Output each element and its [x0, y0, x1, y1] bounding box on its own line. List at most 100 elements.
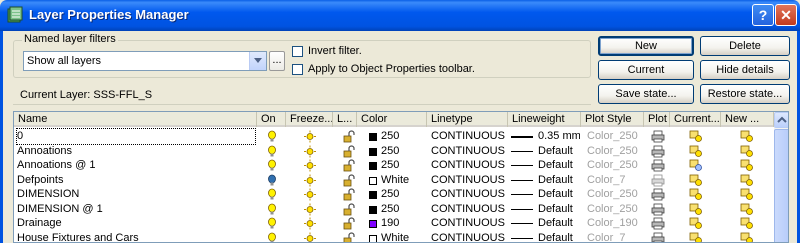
- viewport-thawed-icon[interactable]: [740, 174, 754, 187]
- layer-list[interactable]: Name On Freeze... L... Color Linetype Li…: [13, 111, 789, 243]
- layer-lineweight[interactable]: Default: [538, 202, 580, 217]
- column-header-name[interactable]: Name: [14, 112, 257, 127]
- apply-toolbar-checkbox[interactable]: [292, 64, 303, 75]
- title-bar[interactable]: Layer Properties Manager ? ✕: [0, 0, 800, 31]
- sun-thaw-icon[interactable]: [303, 130, 317, 143]
- layer-color[interactable]: 250: [381, 158, 426, 173]
- sun-thaw-icon[interactable]: [303, 145, 317, 158]
- column-header-color[interactable]: Color: [357, 112, 427, 127]
- sun-thaw-icon[interactable]: [303, 159, 317, 172]
- layer-lineweight[interactable]: 0.35 mm: [538, 129, 580, 144]
- column-header-on[interactable]: On: [257, 112, 286, 127]
- printer-icon[interactable]: [651, 159, 665, 172]
- printer-disabled-icon[interactable]: [651, 174, 665, 187]
- layer-name[interactable]: Annoations @ 1: [17, 158, 255, 173]
- lightbulb-on-icon[interactable]: [265, 203, 279, 216]
- viewport-thawed-icon[interactable]: [740, 130, 754, 143]
- viewport-thawed-icon[interactable]: [689, 203, 703, 216]
- viewport-thawed-icon[interactable]: [689, 174, 703, 187]
- table-row[interactable]: DIMENSION @ 1 250 CONTINUOUS Default Color_2…: [14, 202, 774, 217]
- chevron-down-icon[interactable]: [249, 52, 266, 70]
- viewport-thawed-icon[interactable]: [689, 188, 703, 201]
- layer-color[interactable]: White: [381, 231, 426, 243]
- sun-thaw-icon[interactable]: [303, 232, 317, 243]
- layer-name[interactable]: DIMENSION: [17, 187, 255, 202]
- lightbulb-off-icon[interactable]: [265, 174, 279, 187]
- unlock-icon[interactable]: [342, 217, 356, 230]
- color-swatch[interactable]: [369, 133, 377, 141]
- lightbulb-on-icon[interactable]: [265, 130, 279, 143]
- table-row[interactable]: Annoations 250 CONTINUOUS Default Color_250: [14, 144, 774, 159]
- viewport-thawed-icon[interactable]: [740, 159, 754, 172]
- layer-color[interactable]: 250: [381, 187, 426, 202]
- printer-icon[interactable]: [651, 217, 665, 230]
- color-swatch[interactable]: [369, 220, 377, 228]
- viewport-thawed-icon[interactable]: [689, 232, 703, 242]
- column-header-linetype[interactable]: Linetype: [427, 112, 508, 127]
- column-header-plot[interactable]: Plot: [644, 112, 670, 127]
- table-row[interactable]: 0 250 CONTINUOUS 0.35 mm Color_250: [14, 128, 774, 145]
- scroll-thumb[interactable]: [774, 129, 788, 242]
- layer-lineweight[interactable]: Default: [538, 231, 580, 243]
- unlock-icon[interactable]: [342, 159, 356, 172]
- restore-state-button[interactable]: Restore state...: [700, 84, 790, 104]
- layer-lineweight[interactable]: Default: [538, 187, 580, 202]
- help-button[interactable]: ?: [752, 4, 774, 26]
- layer-color[interactable]: White: [381, 173, 426, 188]
- layer-name[interactable]: Drainage: [17, 216, 255, 231]
- viewport-thawed-icon[interactable]: [740, 188, 754, 201]
- table-row[interactable]: House Fixtures and Cars White CONTINUOUS De…: [14, 231, 774, 243]
- layer-linetype[interactable]: CONTINUOUS: [431, 173, 507, 188]
- column-header-current-vp-freeze[interactable]: Current...: [670, 112, 721, 127]
- viewport-thawed-icon[interactable]: [740, 203, 754, 216]
- close-button[interactable]: ✕: [775, 4, 797, 26]
- color-swatch[interactable]: [369, 234, 377, 242]
- viewport-thawed-icon[interactable]: [740, 145, 754, 158]
- printer-icon[interactable]: [651, 232, 665, 242]
- column-header-new-vp-freeze[interactable]: New ...: [721, 112, 774, 127]
- new-layer-button[interactable]: New: [598, 36, 694, 56]
- printer-icon[interactable]: [651, 145, 665, 158]
- lightbulb-on-icon[interactable]: [265, 217, 279, 230]
- table-row[interactable]: Drainage 190 CONTINUOUS Default Color_190: [14, 216, 774, 231]
- printer-icon[interactable]: [651, 203, 665, 216]
- lightbulb-on-icon[interactable]: [265, 159, 279, 172]
- layer-filter-dropdown[interactable]: Show all layers: [23, 51, 267, 71]
- viewport-frozen-icon[interactable]: [689, 159, 703, 172]
- color-swatch[interactable]: [369, 147, 377, 156]
- table-row[interactable]: Defpoints White CONTINUOUS Default Color_7: [14, 173, 774, 188]
- sun-thaw-icon[interactable]: [303, 174, 317, 187]
- layer-name[interactable]: 0: [16, 128, 256, 145]
- color-swatch[interactable]: [369, 191, 377, 199]
- unlock-icon[interactable]: [342, 188, 356, 201]
- color-swatch[interactable]: [369, 176, 377, 185]
- viewport-thawed-icon[interactable]: [689, 145, 703, 158]
- unlock-icon[interactable]: [342, 130, 356, 143]
- layer-linetype[interactable]: CONTINUOUS: [431, 216, 507, 231]
- layer-name[interactable]: House Fixtures and Cars: [17, 231, 255, 243]
- layer-lineweight[interactable]: Default: [538, 144, 580, 159]
- column-header-freeze[interactable]: Freeze...: [286, 112, 333, 127]
- layer-color[interactable]: 250: [381, 202, 426, 217]
- column-header-lock[interactable]: L...: [333, 112, 357, 127]
- sun-thaw-icon[interactable]: [303, 203, 317, 216]
- unlock-icon[interactable]: [342, 231, 356, 242]
- viewport-thawed-icon[interactable]: [689, 217, 703, 230]
- scroll-up-button[interactable]: [774, 112, 788, 128]
- lightbulb-on-icon[interactable]: [265, 145, 279, 158]
- sun-thaw-icon[interactable]: [303, 217, 317, 230]
- delete-layer-button[interactable]: Delete: [700, 36, 790, 56]
- viewport-thawed-icon[interactable]: [740, 217, 754, 230]
- layer-linetype[interactable]: CONTINUOUS: [431, 187, 507, 202]
- viewport-thawed-icon[interactable]: [689, 130, 703, 143]
- layer-color[interactable]: 190: [381, 216, 426, 231]
- column-header-plot-style[interactable]: Plot Style: [581, 112, 644, 127]
- filter-browse-button[interactable]: ...: [269, 51, 285, 71]
- column-header-lineweight[interactable]: Lineweight: [508, 112, 581, 127]
- layer-lineweight[interactable]: Default: [538, 158, 580, 173]
- printer-icon[interactable]: [651, 130, 665, 143]
- hide-details-button[interactable]: Hide details: [700, 60, 790, 80]
- color-swatch[interactable]: [369, 162, 377, 170]
- lightbulb-on-icon[interactable]: [265, 232, 279, 242]
- sun-thaw-icon[interactable]: [303, 188, 317, 201]
